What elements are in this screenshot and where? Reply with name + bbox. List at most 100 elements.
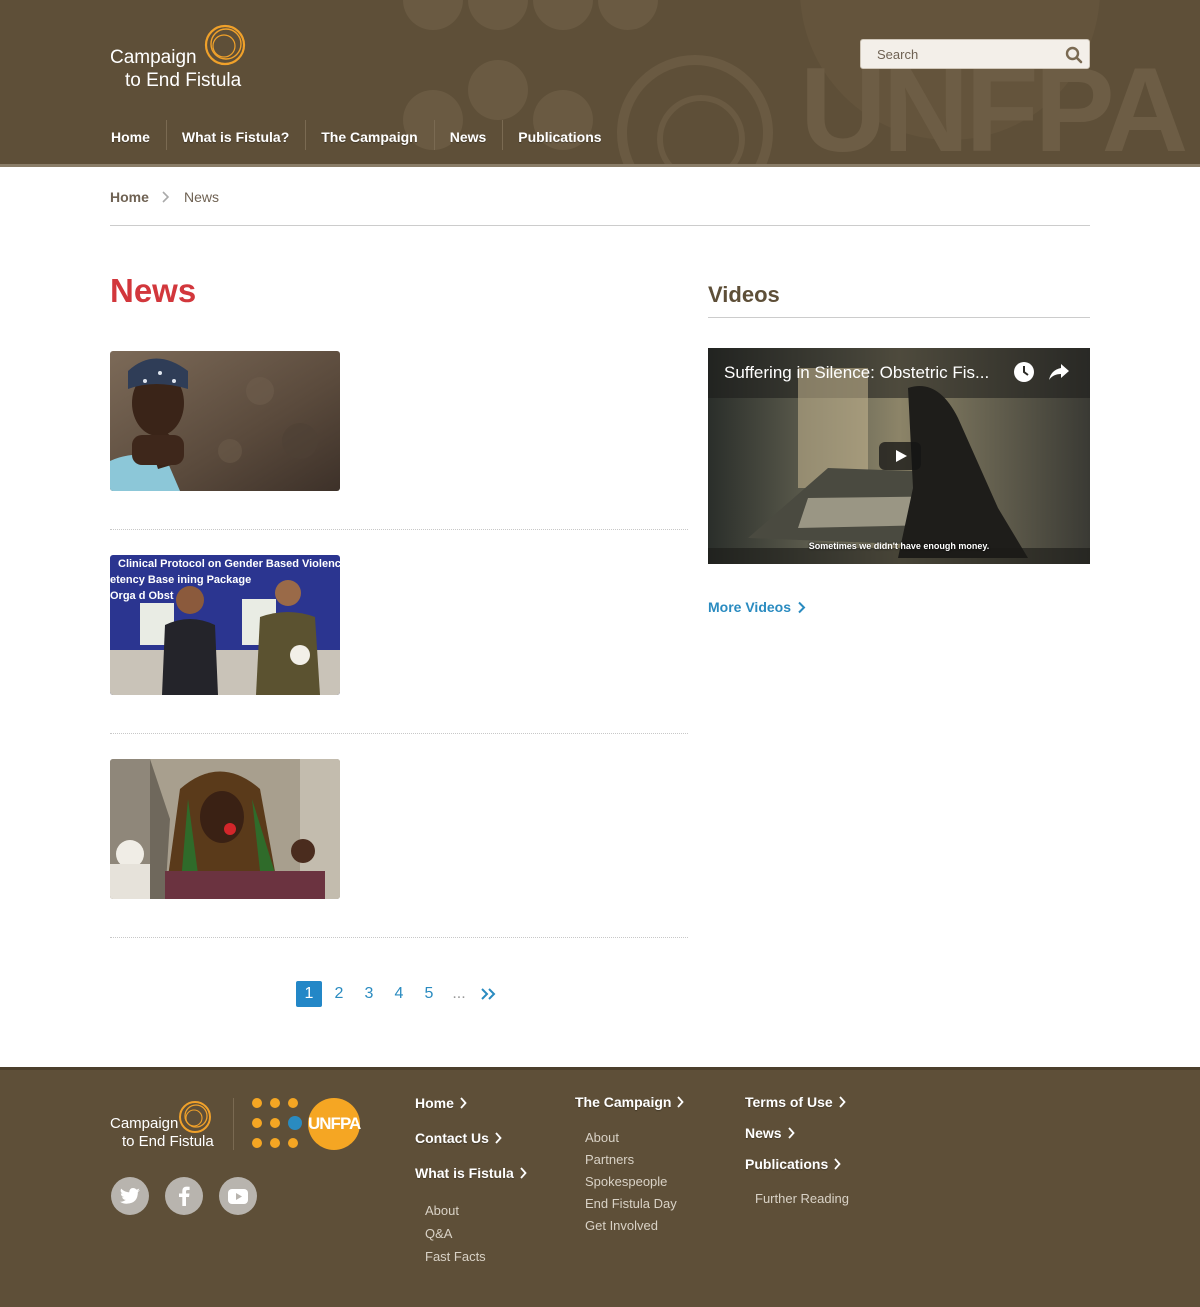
nav-home[interactable]: Home (95, 120, 166, 154)
un-globe-icon (288, 1116, 302, 1130)
header-background-dot (598, 0, 658, 30)
videos-heading: Videos (708, 282, 1090, 318)
logo-ring-icon (179, 1101, 211, 1133)
facebook-link[interactable] (165, 1177, 203, 1215)
unfpa-dot (288, 1098, 298, 1108)
pagination: 1 2 3 4 5 ... (296, 981, 502, 1007)
footer-logo[interactable]: Campaign to End Fistula (110, 1096, 220, 1156)
unfpa-dot (270, 1138, 280, 1148)
footer-publications-link[interactable]: Publications (745, 1156, 849, 1172)
logo-text-line2: to End Fistula (125, 70, 242, 91)
footer-news-link[interactable]: News (745, 1125, 849, 1141)
nav-what-is-fistula[interactable]: What is Fistula? (165, 120, 305, 154)
nav-publications[interactable]: Publications (502, 120, 617, 154)
twitter-link[interactable] (111, 1177, 149, 1215)
news-thumbnail[interactable] (110, 351, 340, 491)
chevron-right-icon (162, 191, 170, 203)
footer-link-campaign-about[interactable]: About (585, 1130, 684, 1145)
footer-the-campaign-link[interactable]: The Campaign (575, 1094, 685, 1110)
page-link-4[interactable]: 4 (386, 981, 412, 1007)
footer-terms-link[interactable]: Terms of Use (745, 1094, 849, 1110)
svg-text:etency Base ining Package: etency Base ining Package (110, 574, 251, 586)
footer-link-end-fistula-day[interactable]: End Fistula Day (585, 1196, 684, 1211)
footer-link-about[interactable]: About (425, 1203, 527, 1218)
unfpa-dot (270, 1098, 280, 1108)
pagination-ellipsis: ... (452, 985, 466, 1002)
unfpa-dot (270, 1118, 280, 1128)
site-logo[interactable]: Campaign to End Fistula (110, 22, 250, 92)
page-title: News (110, 272, 197, 309)
youtube-icon (228, 1188, 248, 1204)
chevron-right-icon (677, 1096, 685, 1108)
svg-text:Clinical Protocol on Gender Ba: Clinical Protocol on Gender Based Violen… (118, 558, 340, 570)
logo-ring-icon (204, 24, 246, 66)
breadcrumb: Home News (110, 188, 1090, 226)
footer-logo-text-line1: Campaign (110, 1115, 179, 1132)
nav-the-campaign[interactable]: The Campaign (305, 120, 433, 154)
video-caption: Sometimes we didn't have enough money. (808, 541, 990, 551)
footer-link-qa[interactable]: Q&A (425, 1226, 527, 1241)
play-button-icon[interactable] (879, 442, 921, 470)
footer-the-campaign-label: The Campaign (575, 1094, 672, 1110)
search-input[interactable] (861, 40, 1061, 68)
page-link-1[interactable]: 1 (296, 981, 322, 1007)
photo-girl-by-mud-wall (110, 351, 340, 491)
chevron-right-icon (834, 1158, 841, 1170)
chevron-right-icon (798, 601, 806, 613)
footer-column-2: The Campaign About Partners Spokespeople… (575, 1094, 685, 1233)
youtube-link[interactable] (219, 1177, 257, 1215)
watch-later-icon[interactable] (1013, 361, 1035, 383)
news-item (110, 351, 688, 555)
footer-link-partners[interactable]: Partners (585, 1152, 684, 1167)
video-player[interactable]: Suffering in Silence: Obstetric Fis... S… (708, 348, 1090, 564)
facebook-icon (179, 1186, 190, 1206)
footer-link-further-reading[interactable]: Further Reading (755, 1191, 849, 1206)
footer-link-spokespeople[interactable]: Spokespeople (585, 1174, 684, 1189)
chevron-right-icon (495, 1132, 502, 1144)
footer-what-is-fistula-link[interactable]: What is Fistula (415, 1165, 527, 1181)
footer-contact-link[interactable]: Contact Us (415, 1130, 527, 1146)
video-title[interactable]: Suffering in Silence: Obstetric Fis... (724, 363, 1014, 383)
news-list: Clinical Protocol on Gender Based Violen… (110, 351, 688, 963)
header-background-dot (403, 0, 463, 30)
nav-news[interactable]: News (433, 120, 503, 154)
more-videos-label: More Videos (708, 599, 791, 615)
unfpa-logo[interactable]: UNFPA (252, 1098, 362, 1150)
photo-men-holding-documents: Clinical Protocol on Gender Based Violen… (110, 555, 340, 695)
page-link-2[interactable]: 2 (326, 981, 352, 1007)
un-emblem-watermark (617, 55, 773, 164)
footer-home-link[interactable]: Home (415, 1095, 527, 1111)
chevron-right-icon (460, 1097, 467, 1109)
footer-what-is-fistula-label: What is Fistula (415, 1165, 514, 1181)
unfpa-label: UNFPA (308, 1098, 361, 1150)
header-background-dot (468, 0, 528, 30)
next-pages-button[interactable] (476, 981, 502, 1007)
chevron-right-icon (787, 1127, 795, 1139)
footer-logo-divider (233, 1098, 234, 1150)
page-link-5[interactable]: 5 (416, 981, 442, 1007)
news-thumbnail[interactable] (110, 759, 340, 899)
footer-link-fast-facts[interactable]: Fast Facts (425, 1249, 527, 1264)
news-thumbnail[interactable]: Clinical Protocol on Gender Based Violen… (110, 555, 340, 695)
page-link-3[interactable]: 3 (356, 981, 382, 1007)
footer-news-label: News (745, 1125, 782, 1141)
footer-publications-label: Publications (745, 1156, 829, 1172)
footer-terms-label: Terms of Use (745, 1094, 833, 1110)
unfpa-dot (252, 1138, 262, 1148)
share-icon[interactable] (1048, 362, 1070, 382)
chevron-right-icon (839, 1096, 846, 1108)
double-chevron-right-icon (481, 988, 496, 1000)
breadcrumb-home-link[interactable]: Home (110, 189, 149, 205)
more-videos-link[interactable]: More Videos (708, 599, 806, 615)
footer-link-get-involved[interactable]: Get Involved (585, 1218, 684, 1233)
search-icon[interactable] (1065, 46, 1083, 64)
footer-logo-text-line2: to End Fistula (122, 1133, 214, 1150)
header-background-dot (468, 60, 528, 120)
footer-contact-label: Contact Us (415, 1130, 489, 1146)
logo-text-line1: Campaign (110, 47, 197, 68)
photo-woman-speaking-into-microphone (110, 759, 340, 899)
unfpa-dot (252, 1098, 262, 1108)
svg-text:Orga d Obst: Orga d Obst (110, 590, 174, 602)
news-item (110, 759, 688, 963)
unfpa-dot (288, 1138, 298, 1148)
